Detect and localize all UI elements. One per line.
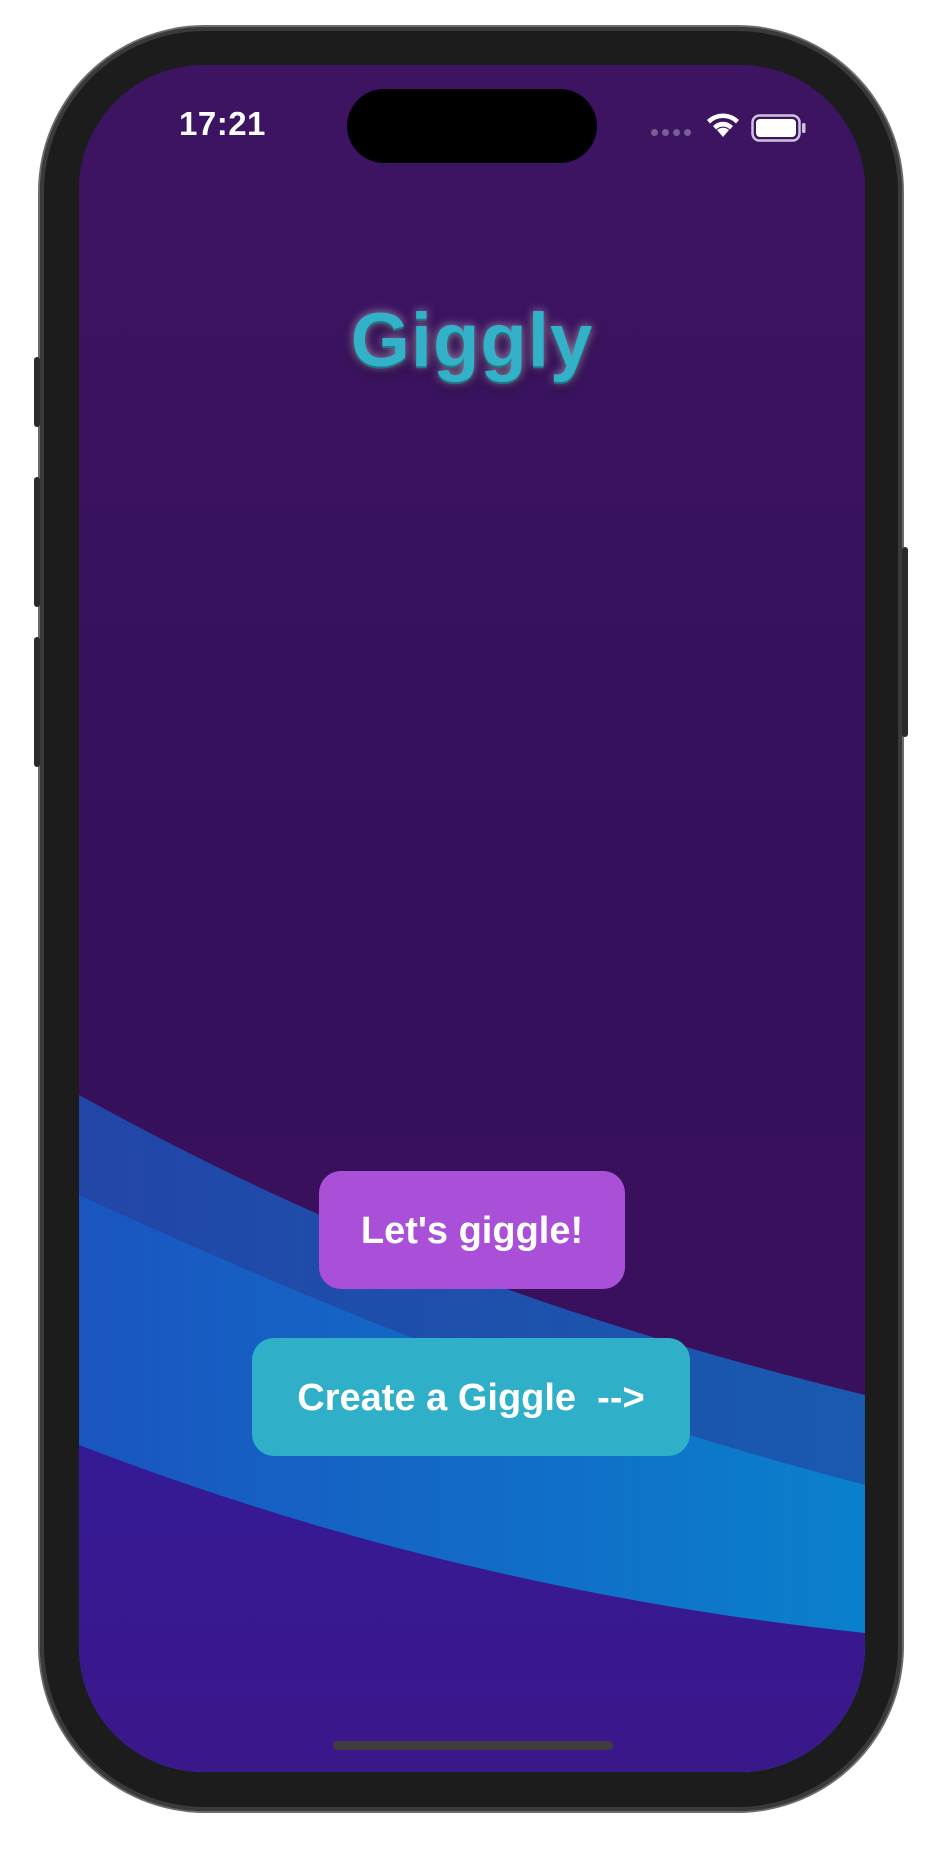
app-screen: 17:21 Giggly Let's giggle! Create a Gigg… (79, 65, 865, 1772)
app-title: Giggly (350, 298, 594, 383)
volume-down-button (34, 637, 40, 767)
create-giggle-button[interactable]: Create a Giggle --> (252, 1338, 690, 1456)
cellular-signal-icon (651, 129, 691, 136)
dynamic-island (347, 89, 597, 163)
status-time: 17:21 (179, 105, 266, 142)
action-button (34, 357, 40, 427)
power-button (902, 547, 908, 737)
volume-up-button (34, 477, 40, 607)
battery-icon (751, 114, 806, 142)
home-indicator[interactable] (333, 1741, 613, 1750)
status-icons (651, 111, 811, 143)
lets-giggle-button[interactable]: Let's giggle! (319, 1171, 625, 1289)
wifi-icon (707, 113, 739, 137)
